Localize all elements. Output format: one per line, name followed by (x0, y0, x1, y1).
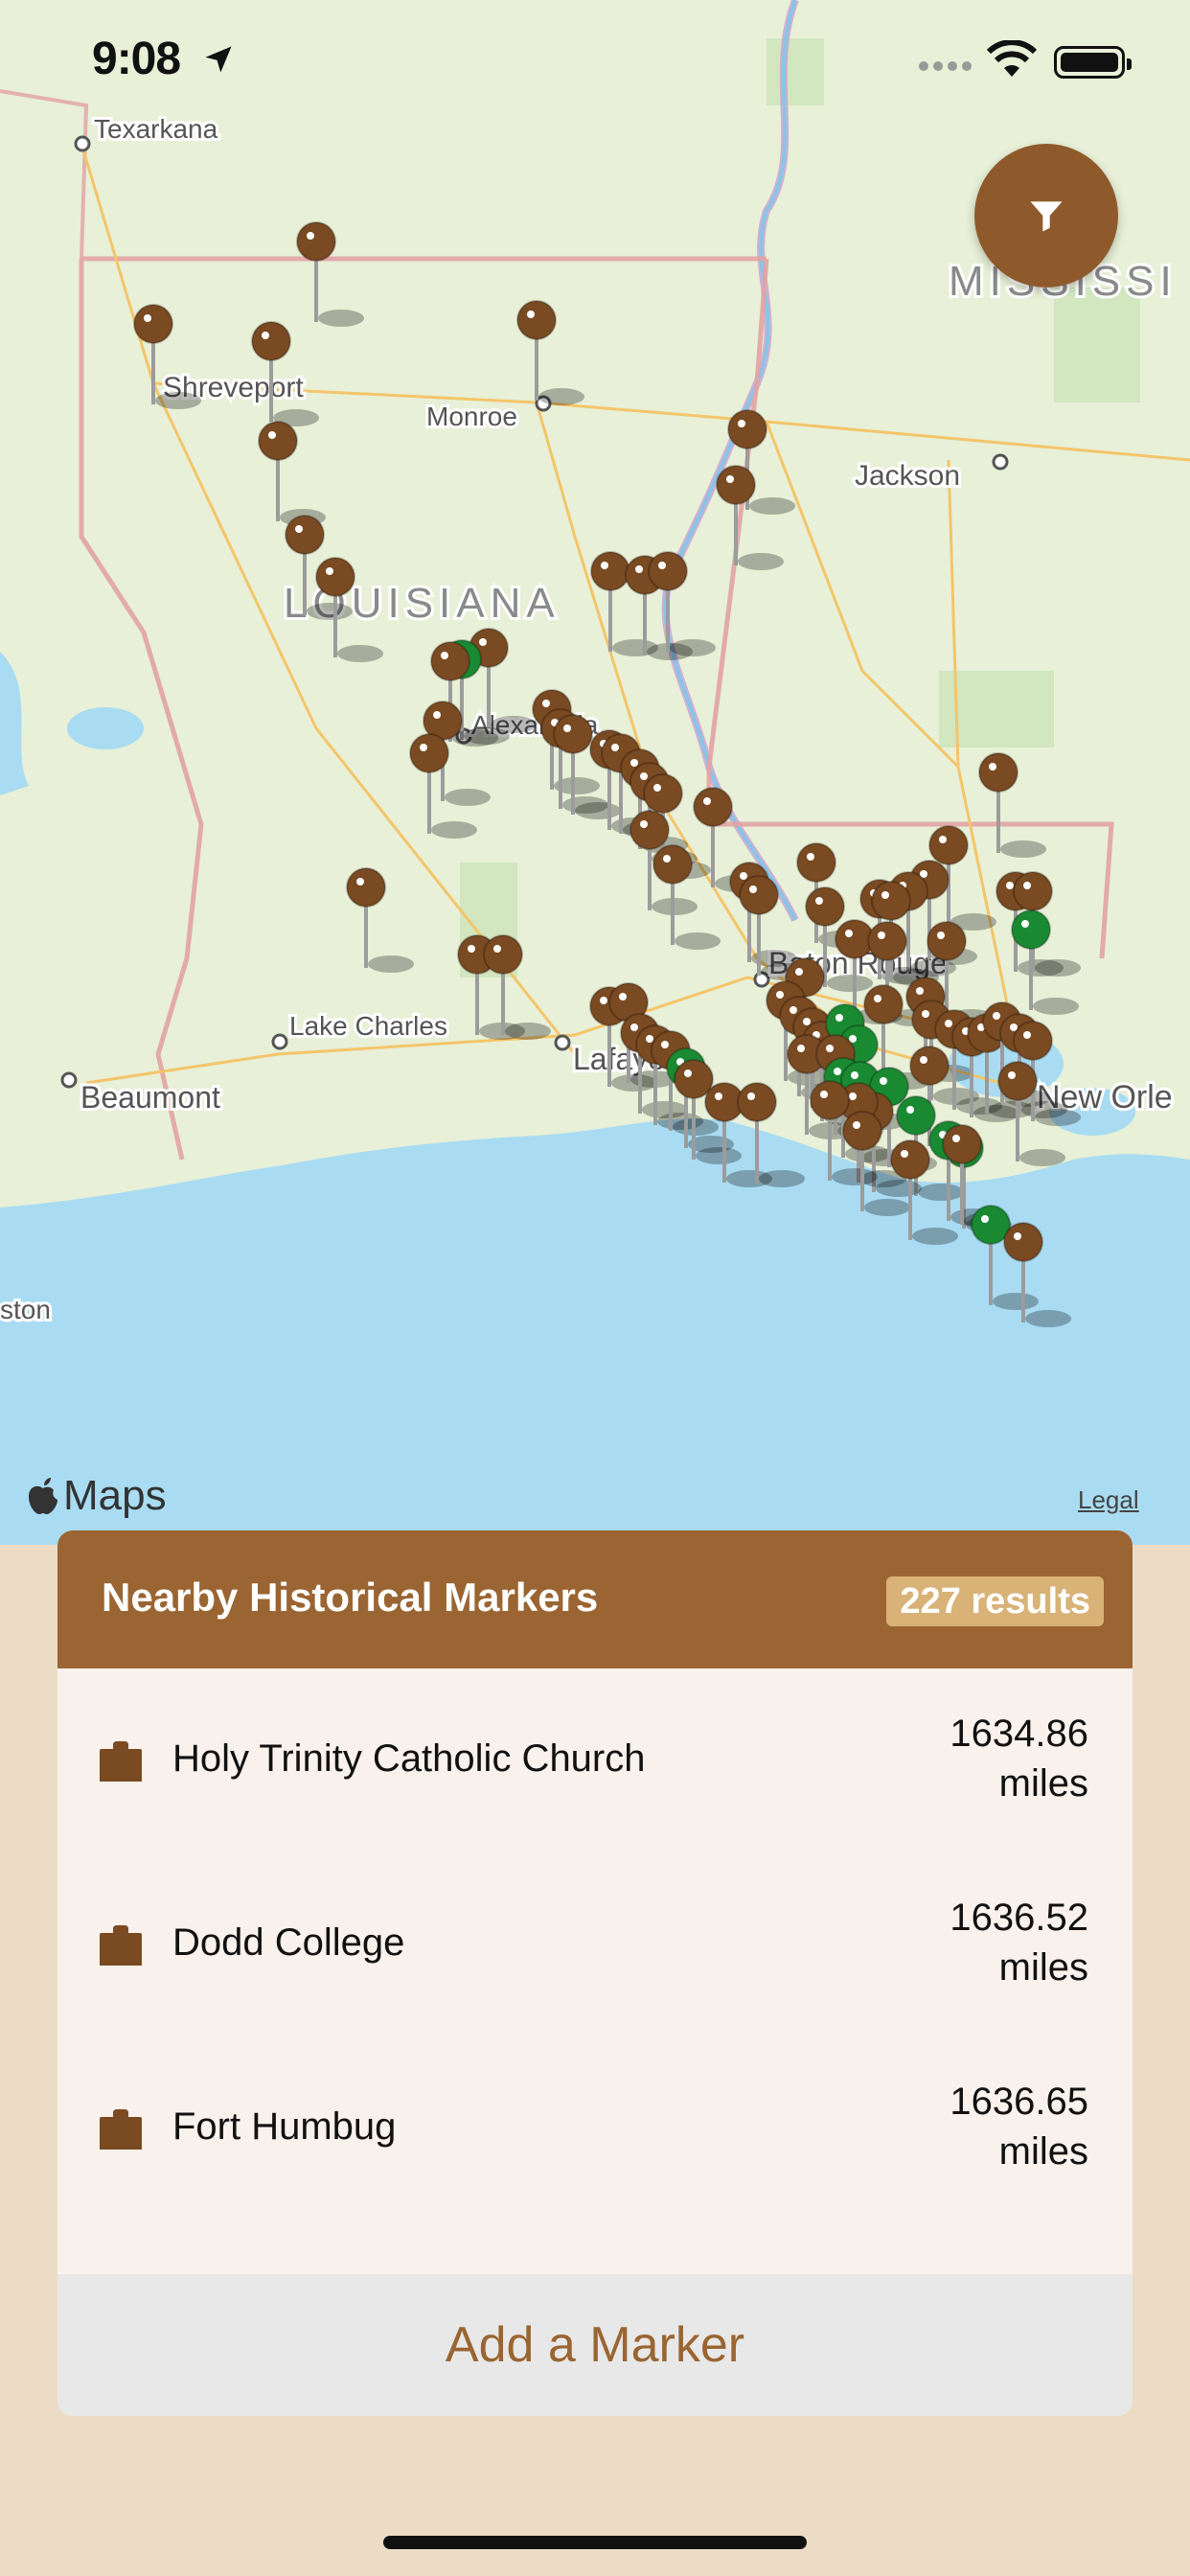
map-label-houston: ston (0, 1295, 51, 1324)
distance-value: 1634.86 (950, 1713, 1088, 1755)
location-arrow-icon (205, 46, 232, 73)
panel-title: Nearby Historical Markers (102, 1575, 599, 1620)
markers-panel: Nearby Historical Markers 227 results Ho… (57, 1530, 1133, 2416)
marker-icon (100, 1925, 142, 1966)
marker-name: Holy Trinity Catholic Church (172, 1737, 646, 1780)
apple-logo-icon (29, 1478, 57, 1514)
maps-credit-label: Maps (63, 1472, 167, 1519)
marker-distance: 1634.86 miles (839, 1709, 1088, 1808)
distance-unit: miles (998, 1946, 1088, 1989)
add-marker-button[interactable]: Add a Marker (57, 2274, 1133, 2416)
panel-header: Nearby Historical Markers 227 results (57, 1530, 1133, 1668)
apple-maps-credit: Maps (27, 1472, 167, 1520)
marker-name: Dodd College (172, 1921, 405, 1964)
marker-list-item[interactable]: Holy Trinity Catholic Church 1634.86 mil… (57, 1668, 1133, 1854)
status-bar: 9:08 (0, 0, 1190, 134)
distance-unit: miles (998, 2130, 1088, 2173)
status-time: 9:08 (92, 34, 181, 84)
distance-unit: miles (998, 1762, 1088, 1805)
marker-list-item[interactable]: Dodd College 1636.52 miles (57, 1852, 1133, 2038)
battery-icon (1054, 46, 1132, 79)
filter-button[interactable] (974, 144, 1118, 288)
map-label-monroe: Monroe (426, 402, 517, 431)
marker-distance: 1636.65 miles (839, 2077, 1088, 2176)
distance-value: 1636.65 (950, 2081, 1088, 2123)
legal-link[interactable]: Legal (1078, 1485, 1139, 1515)
marker-distance: 1636.52 miles (839, 1893, 1088, 1992)
filter-icon (1030, 201, 1063, 232)
marker-list-item[interactable]: Fort Humbug 1636.65 miles (57, 2036, 1133, 2222)
results-count-badge: 227 results (886, 1576, 1104, 1626)
map-label-jackson: Jackson (855, 460, 960, 492)
home-indicator (383, 2536, 807, 2549)
marker-icon (100, 2109, 142, 2150)
map-label-beaumont: Beaumont (80, 1080, 220, 1115)
marker-name: Fort Humbug (172, 2105, 397, 2148)
marker-list-item-partial[interactable] (57, 2220, 1133, 2274)
marker-icon (100, 1741, 142, 1782)
map-label-lake-charles: Lake Charles (289, 1011, 447, 1041)
distance-value: 1636.52 (950, 1897, 1088, 1939)
wifi-icon (987, 40, 1037, 77)
signal-icon (919, 61, 972, 71)
